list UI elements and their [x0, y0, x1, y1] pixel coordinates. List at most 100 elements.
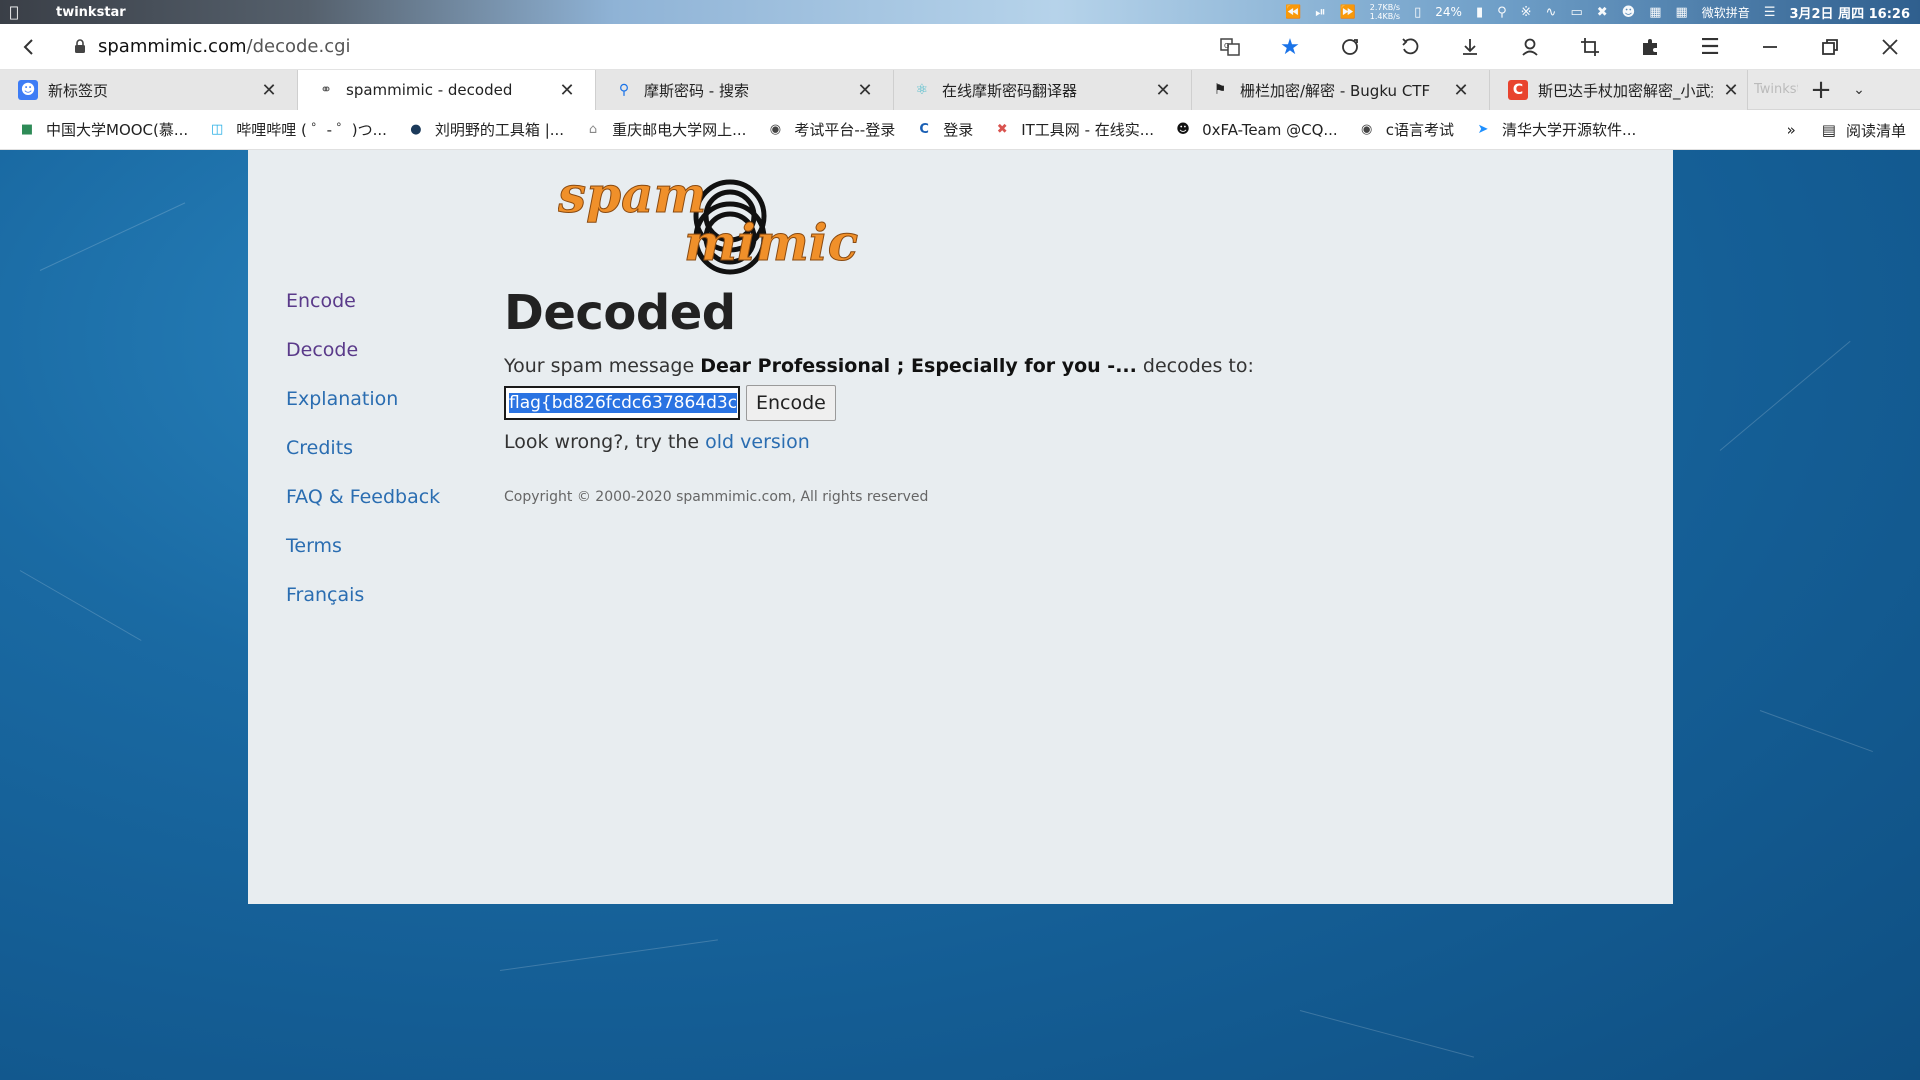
- battery-percent: 24%: [1435, 5, 1462, 19]
- spam-message-excerpt: Dear Professional ; Especially for you -…: [700, 355, 1137, 377]
- tab-new-tab-page[interactable]: ☻ 新标签页 ✕: [0, 70, 298, 110]
- menu-icon[interactable]: ☰: [1680, 24, 1740, 70]
- old-version-line: Look wrong?, try the old version: [504, 431, 1254, 453]
- nav-credits-link[interactable]: Credits: [286, 437, 440, 459]
- bookmark-item[interactable]: ➤ 清华大学开源软件...: [1474, 119, 1637, 140]
- network-speed: 2.7KB/s 1.4KB/s: [1370, 3, 1400, 21]
- decode-message: Your spam message Dear Professional ; Es…: [504, 355, 1254, 377]
- close-icon[interactable]: ✕: [1153, 80, 1173, 101]
- tab-morse-search[interactable]: ⚲ 摩斯密码 - 搜索 ✕: [596, 70, 894, 110]
- nav-explanation-link[interactable]: Explanation: [286, 388, 440, 410]
- nav-decode-link[interactable]: Decode: [286, 339, 440, 361]
- nav-francais-link[interactable]: Français: [286, 584, 440, 606]
- bookmark-label: 重庆邮电大学网上...: [612, 121, 747, 139]
- translate-icon[interactable]: G: [1200, 24, 1260, 70]
- bookmark-star-icon[interactable]: ★: [1260, 24, 1320, 70]
- tab-label: 栅栏加密/解密 - Bugku CTF: [1240, 81, 1431, 100]
- bluetooth-icon[interactable]: ※: [1521, 5, 1532, 20]
- phone-icon[interactable]: ▯: [1414, 5, 1421, 20]
- old-version-link[interactable]: old version: [705, 431, 810, 453]
- new-tab-button[interactable]: +: [1798, 70, 1844, 110]
- chevron-down-icon[interactable]: ⌄: [1844, 70, 1874, 110]
- bookmark-item[interactable]: ■ 中国大学MOOC(慕...: [18, 119, 188, 140]
- mooc-icon: ■: [20, 122, 34, 137]
- bookmarks-right: » ▤ 阅读清单: [1787, 110, 1906, 150]
- download-icon[interactable]: [1440, 24, 1500, 70]
- tab-bugku-ctf[interactable]: ⚑ 栅栏加密/解密 - Bugku CTF ✕: [1192, 70, 1490, 110]
- minimize-icon[interactable]: [1740, 24, 1800, 70]
- toolbox-icon: ●: [410, 122, 422, 137]
- background-texture: [1759, 710, 1873, 753]
- display-icon[interactable]: ▭: [1570, 5, 1582, 20]
- close-icon[interactable]: ✕: [259, 80, 279, 101]
- spammimic-logo[interactable]: spam mimic: [558, 160, 888, 285]
- control-center-icon[interactable]: ☰: [1764, 5, 1776, 20]
- copyright-notice: Copyright © 2000-2020 spammimic.com, All…: [504, 489, 929, 505]
- bookmark-item[interactable]: ⌂ 重庆邮电大学网上...: [584, 119, 746, 140]
- spammimic-favicon: ⚭: [320, 82, 332, 98]
- url-field[interactable]: spammimic.com/decode.cgi: [98, 36, 351, 57]
- c-icon: C: [919, 122, 929, 137]
- url-domain: spammimic.com: [98, 36, 247, 57]
- back-button[interactable]: [8, 24, 50, 70]
- reading-list-button[interactable]: ▤ 阅读清单: [1822, 120, 1906, 141]
- bookmark-item[interactable]: ● 刘明野的工具箱 |...: [407, 119, 564, 140]
- more-bookmarks-icon[interactable]: »: [1787, 121, 1796, 139]
- page-title: Decoded: [504, 285, 736, 341]
- tab-spammimic-decoded[interactable]: ⚭ spammimic - decoded ✕: [298, 70, 596, 110]
- extensions-icon[interactable]: [1620, 24, 1680, 70]
- background-texture: [1719, 340, 1851, 451]
- undo-icon[interactable]: [1380, 24, 1440, 70]
- tab-morse-translator[interactable]: ⚛ 在线摩斯密码翻译器 ✕: [894, 70, 1192, 110]
- close-icon[interactable]: ✕: [855, 80, 875, 101]
- close-icon[interactable]: ✕: [1721, 80, 1741, 101]
- play-pause-icon[interactable]: ⏯: [1315, 5, 1325, 20]
- system-clock[interactable]: 3月2日 周四 16:26: [1789, 3, 1910, 22]
- mute-icon[interactable]: ✖: [1597, 5, 1608, 20]
- bookmark-item[interactable]: C 登录: [915, 119, 973, 140]
- flag-icon: ⚑: [1213, 82, 1227, 98]
- bookmark-item[interactable]: ◫ 哔哩哔哩 ( ゜- ゜)つ...: [208, 119, 387, 140]
- fast-forward-icon[interactable]: ⏩: [1340, 5, 1356, 20]
- tools-icon: ✖: [996, 122, 1008, 137]
- battery-icon[interactable]: ▮: [1476, 5, 1483, 20]
- ime-icon[interactable]: ▦: [1676, 5, 1688, 20]
- tab-label: 在线摩斯密码翻译器: [942, 81, 1078, 100]
- bilibili-icon: ◫: [211, 122, 224, 137]
- tab-spartan-cipher[interactable]: C 斯巴达手杖加密解密_小武搞渗 ✕: [1490, 70, 1748, 110]
- wifi-icon[interactable]: ∿: [1546, 5, 1557, 20]
- wrong-prefix: Look wrong?, try the: [504, 431, 700, 453]
- ime-label[interactable]: 微软拼音: [1702, 4, 1750, 21]
- close-window-icon[interactable]: [1860, 24, 1920, 70]
- apple-icon[interactable]: : [0, 3, 28, 21]
- close-icon[interactable]: ✕: [557, 80, 577, 101]
- spotlight-search-icon[interactable]: ⚲: [1497, 5, 1507, 20]
- message-suffix: decodes to:: [1142, 355, 1254, 377]
- globe-icon: ◉: [1361, 122, 1373, 137]
- reload-icon[interactable]: [1320, 24, 1380, 70]
- bookmark-item[interactable]: ✖ IT工具网 - 在线实...: [993, 119, 1154, 140]
- content-panel: spam mimic Encode Decode Explanation Cre…: [248, 150, 1673, 904]
- bookmark-item[interactable]: ◉ c语言考试: [1358, 119, 1454, 140]
- bookmark-item[interactable]: ☻ 0xFA-Team @CQ...: [1174, 121, 1337, 139]
- side-navigation: Encode Decode Explanation Credits FAQ & …: [286, 290, 440, 633]
- account-icon[interactable]: [1500, 24, 1560, 70]
- user-icon[interactable]: ☻: [1622, 5, 1636, 20]
- lock-icon[interactable]: [70, 39, 90, 54]
- logo-word-mimic: mimic: [684, 213, 858, 272]
- tab-bar: ☻ 新标签页 ✕ ⚭ spammimic - decoded ✕ ⚲ 摩斯密码 …: [0, 70, 1920, 110]
- close-icon[interactable]: ✕: [1451, 80, 1471, 101]
- react-icon: ⚛: [915, 82, 929, 98]
- crop-icon[interactable]: [1560, 24, 1620, 70]
- restore-icon[interactable]: [1800, 24, 1860, 70]
- nav-encode-link[interactable]: Encode: [286, 290, 440, 312]
- main-content: Decoded Your spam message Dear Professio…: [504, 285, 1254, 505]
- background-texture: [39, 202, 186, 271]
- bookmark-item[interactable]: ◉ 考试平台--登录: [766, 119, 896, 140]
- rewind-icon[interactable]: ⏪: [1285, 5, 1301, 20]
- decoded-text-field[interactable]: flag{bd826fcdc637864d3c: [504, 386, 740, 420]
- nav-terms-link[interactable]: Terms: [286, 535, 440, 557]
- encode-button[interactable]: Encode: [746, 385, 836, 421]
- grid-icon[interactable]: ▦: [1649, 5, 1661, 20]
- nav-faq-link[interactable]: FAQ & Feedback: [286, 486, 440, 508]
